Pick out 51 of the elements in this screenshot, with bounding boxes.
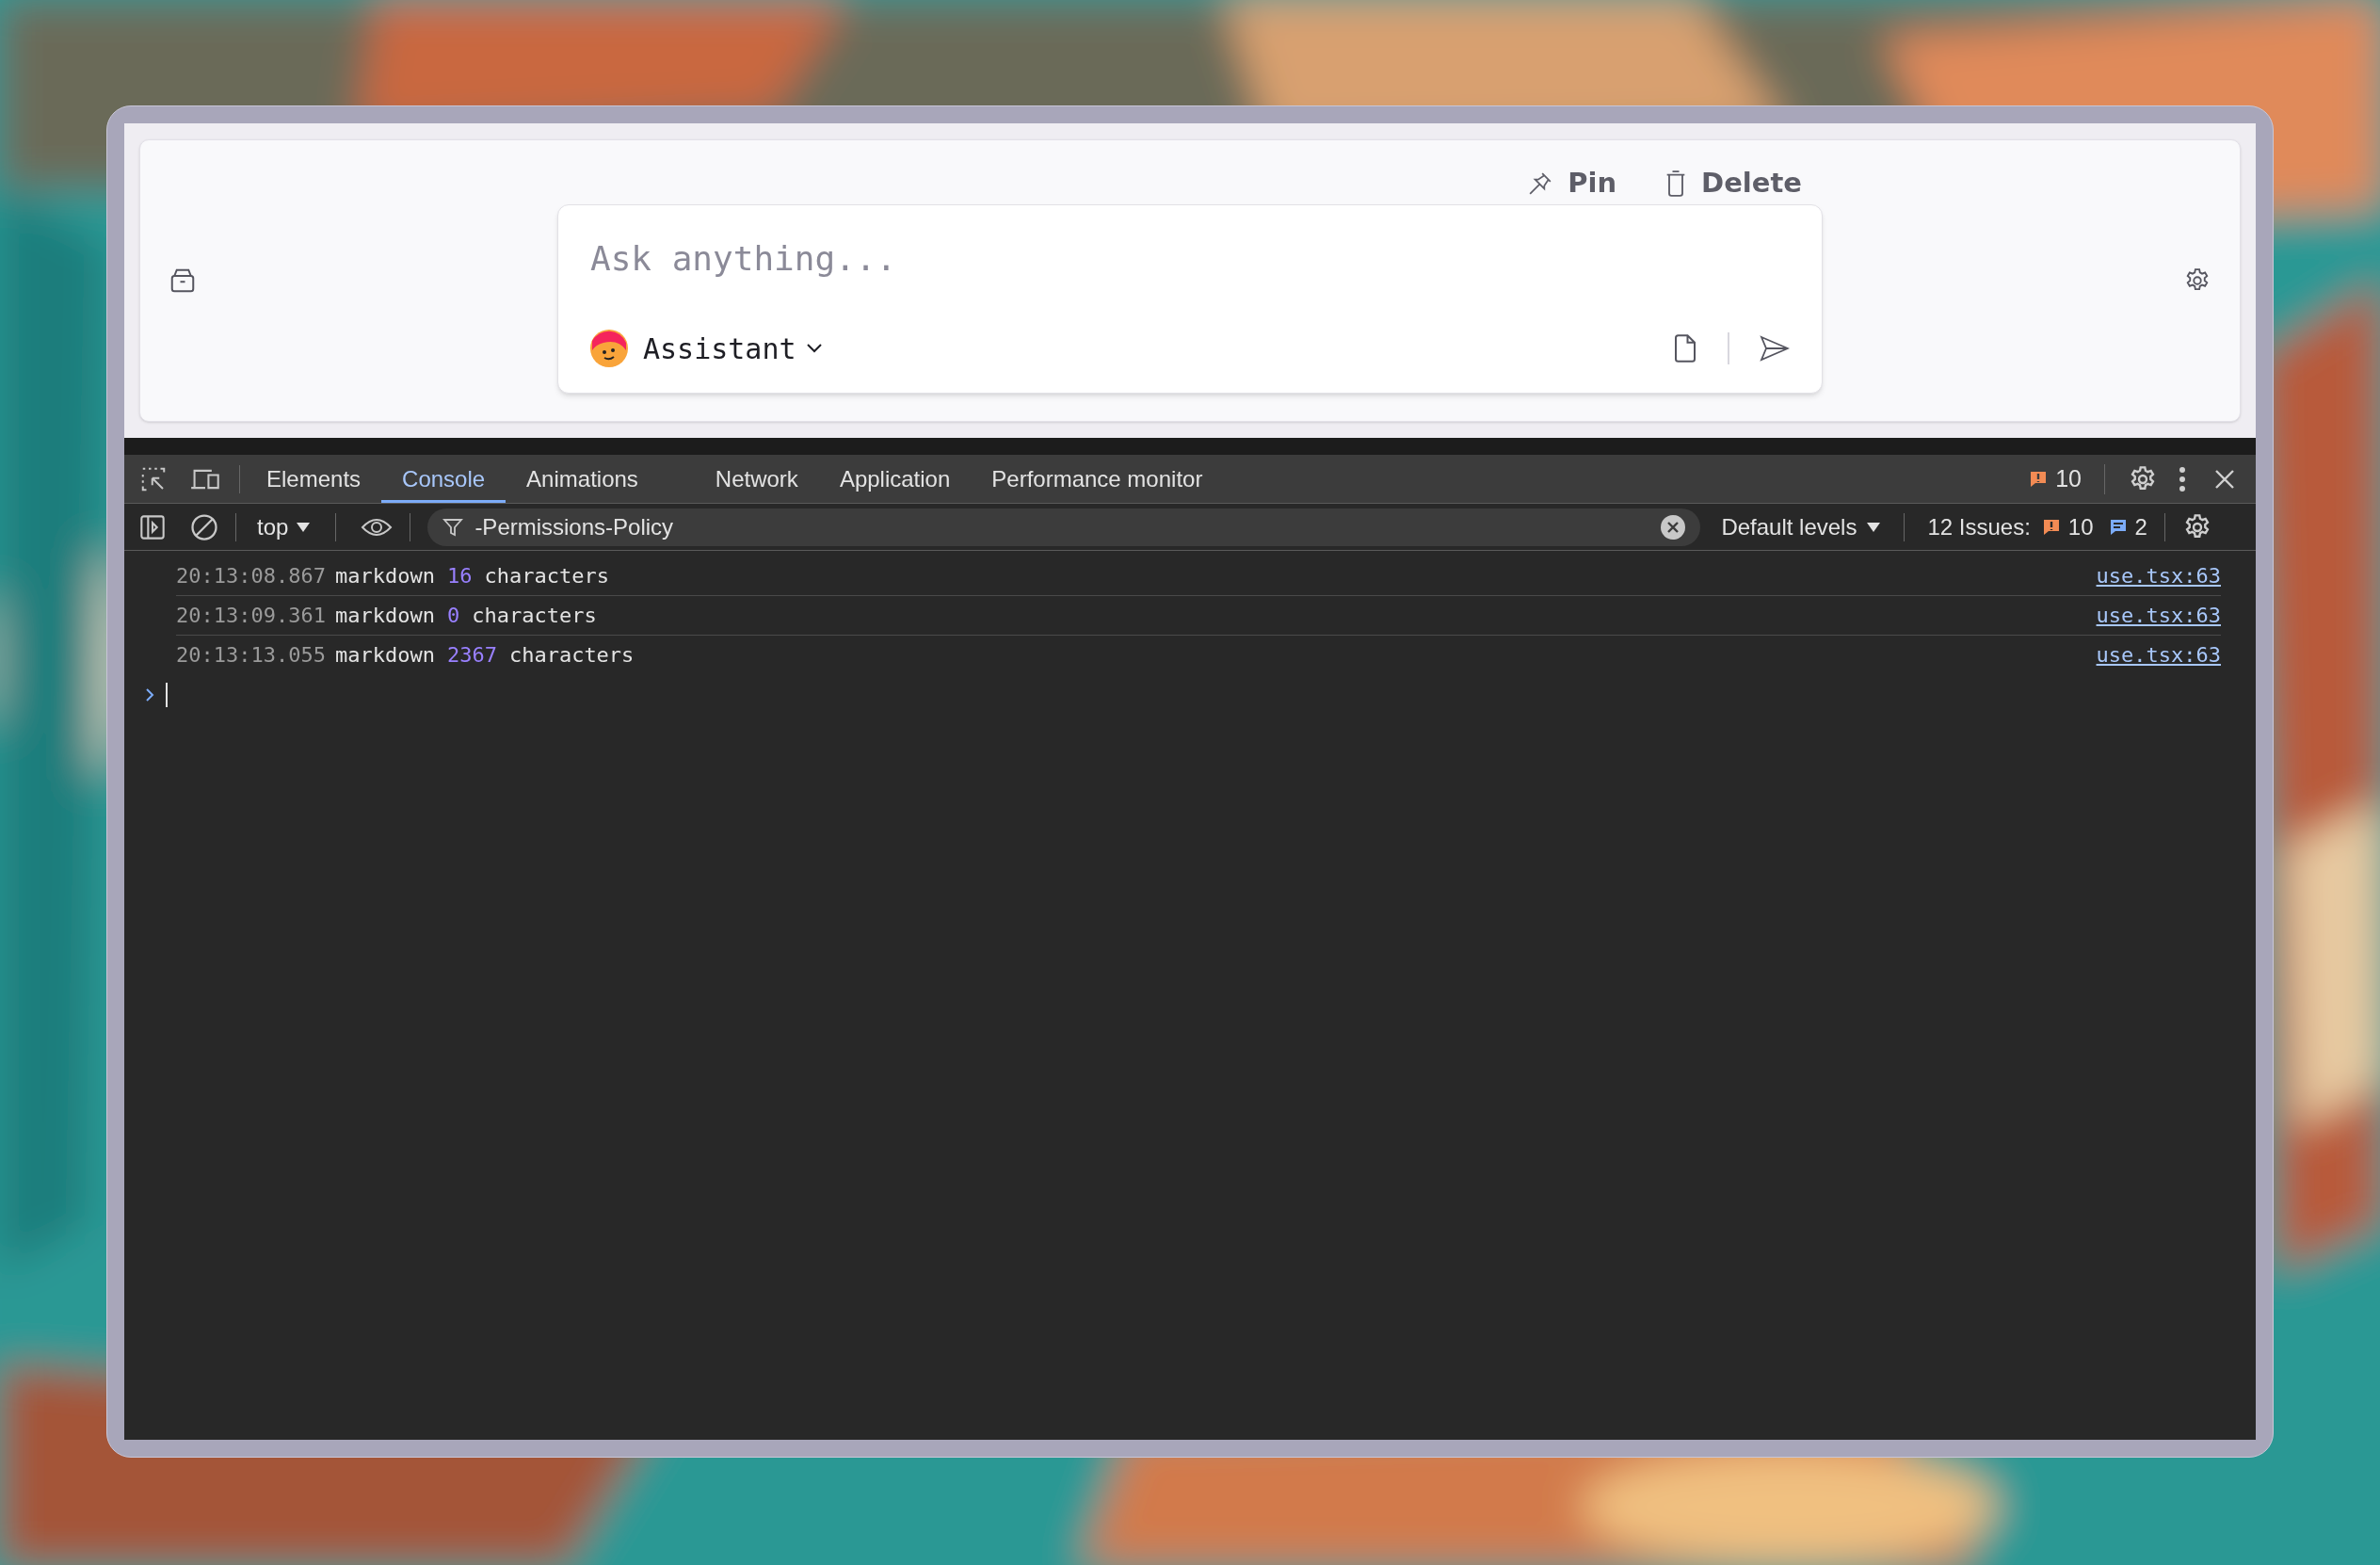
archive-icon[interactable] <box>169 266 197 295</box>
message-icon <box>2108 517 2128 537</box>
timestamp: 20:13:13.055 <box>176 642 326 669</box>
delete-button[interactable]: Delete <box>1665 163 1802 204</box>
file-icon[interactable] <box>1673 334 1697 363</box>
pin-icon <box>1528 170 1553 196</box>
filter-icon <box>442 516 464 538</box>
source-link[interactable]: use.tsx:63 <box>2096 600 2221 631</box>
dropdown-caret-icon <box>1866 521 1882 533</box>
filter-field[interactable]: -Permissions-Policy <box>427 508 1701 546</box>
clear-console-icon[interactable] <box>190 512 218 541</box>
log-text: characters <box>508 642 635 669</box>
devtools-tab[interactable]: Network <box>694 455 819 503</box>
devtools-tab[interactable]: Performance monitor <box>971 455 1224 503</box>
log-number: 16 <box>446 563 473 589</box>
timestamp: 20:13:08.867 <box>176 563 326 589</box>
send-icon[interactable] <box>1760 335 1790 362</box>
chat-input-box[interactable]: Ask anything... Assistant <box>557 203 1823 394</box>
issues-label: 12 Issues: <box>1927 512 2031 541</box>
log-levels-dropdown[interactable]: Default levels <box>1721 509 1882 544</box>
log-number: 2367 <box>446 642 497 669</box>
source-link[interactable]: use.tsx:63 <box>2096 639 2221 670</box>
pin-button[interactable]: Pin <box>1528 163 1617 204</box>
source-link[interactable]: use.tsx:63 <box>2096 560 2221 591</box>
devtools-tab[interactable]: Application <box>818 455 972 503</box>
issues-badge[interactable]: 10 <box>2029 460 2082 497</box>
context-dropdown[interactable]: top <box>257 509 312 544</box>
issues-counter[interactable]: 10 2 <box>2041 509 2147 544</box>
filter-input[interactable]: -Permissions-Policy <box>474 509 1650 544</box>
log-text: markdown <box>334 642 435 669</box>
devtools-tab[interactable]: Elements <box>246 455 382 503</box>
close-icon[interactable] <box>2214 468 2235 490</box>
chevron-icon <box>805 343 823 354</box>
log-text: markdown <box>334 563 435 589</box>
sidebar-icon[interactable] <box>139 513 166 540</box>
log-text: markdown <box>334 603 435 629</box>
more-icon[interactable] <box>2179 465 2186 492</box>
avatar-icon <box>590 330 628 367</box>
dropdown-caret-icon <box>296 521 312 533</box>
timestamp: 20:13:09.361 <box>176 603 326 629</box>
log-text: characters <box>484 563 609 589</box>
prompt-icon <box>145 687 154 702</box>
log-text: characters <box>472 603 597 629</box>
log-number: 0 <box>446 603 460 629</box>
trash-icon <box>1665 169 1687 197</box>
devtools-tab[interactable]: Console <box>381 455 507 503</box>
agent-selector[interactable]: Assistant <box>643 327 823 370</box>
devtools-tab[interactable]: Animations <box>506 455 659 503</box>
clear-icon[interactable] <box>1661 514 1686 540</box>
warning-icon <box>2041 517 2061 537</box>
warning-icon <box>2029 469 2049 489</box>
